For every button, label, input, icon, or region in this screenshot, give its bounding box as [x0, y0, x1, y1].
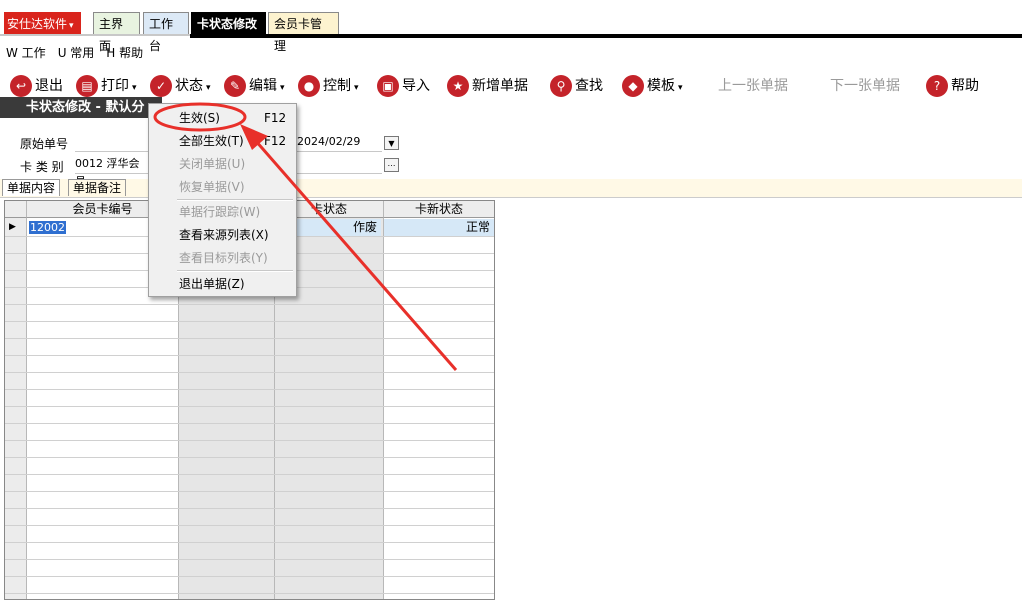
annotation-arrow-head	[240, 124, 268, 150]
highlight-ellipse	[153, 102, 247, 132]
annotation-overlay	[153, 102, 458, 371]
annotation-arrow-shaft	[253, 139, 458, 371]
